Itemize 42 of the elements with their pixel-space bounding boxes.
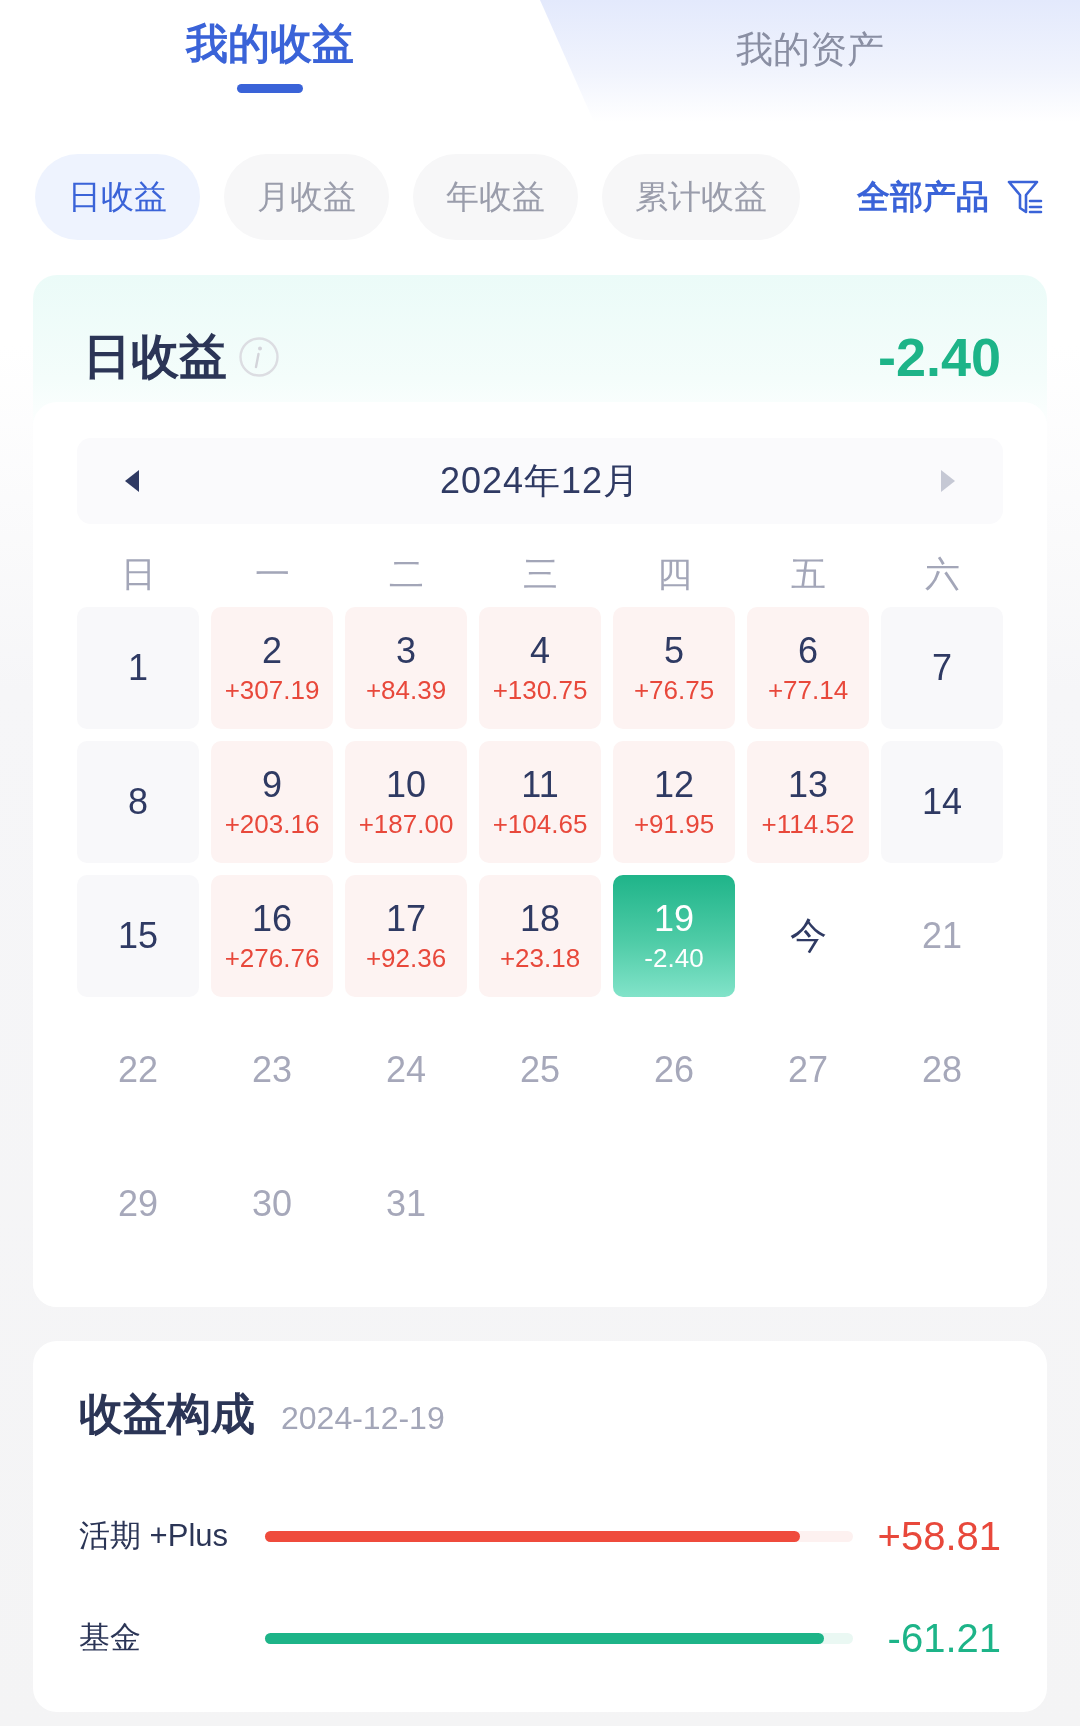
period-tab[interactable]: 日收益 xyxy=(35,154,200,240)
product-earnings: +58.81 xyxy=(877,1513,1001,1560)
filter-icon xyxy=(1007,179,1043,215)
product-name: 活期 +Plus xyxy=(79,1516,230,1555)
earnings-value: -2.40 xyxy=(877,325,1001,389)
weekday-label: 四 xyxy=(656,553,692,595)
product-name: 基金 xyxy=(79,1618,142,1657)
calendar-day[interactable]: 8 xyxy=(77,741,199,863)
calendar-day[interactable]: 9 +203.16 xyxy=(211,741,333,863)
calendar-day[interactable]: 6 +77.14 xyxy=(747,607,869,729)
product-filter-button[interactable]: 全部产品 xyxy=(857,172,1043,222)
calendar-day[interactable]: 10 +187.00 xyxy=(345,741,467,863)
tab[interactable]: 我的收益 xyxy=(0,0,540,122)
calendar-day[interactable]: 2 +307.19 xyxy=(211,607,333,729)
calendar-day[interactable]: 16 +276.76 xyxy=(211,875,333,997)
calendar-day[interactable]: 12 +91.95 xyxy=(613,741,735,863)
calendar-day[interactable]: 3 +84.39 xyxy=(345,607,467,729)
calendar-day[interactable]: 13 +114.52 xyxy=(747,741,869,863)
calendar-day[interactable]: 1 xyxy=(77,607,199,729)
calendar-day[interactable]: 今 xyxy=(747,875,869,997)
weekday-label: 三 xyxy=(522,553,558,595)
month-title: 2024年12月 xyxy=(439,459,641,503)
calendar-day[interactable]: 4 +130.75 xyxy=(479,607,601,729)
calendar-day[interactable]: 5 +76.75 xyxy=(613,607,735,729)
info-icon[interactable] xyxy=(239,337,279,377)
weekday-label: 一 xyxy=(254,553,290,595)
calendar-day[interactable]: 11 +104.65 xyxy=(479,741,601,863)
calendar-day[interactable]: 14 xyxy=(881,741,1003,863)
tab-underline xyxy=(237,84,303,93)
weekday-label: 六 xyxy=(924,553,960,595)
breakdown-date: 2024-12-19 xyxy=(281,1399,445,1438)
calendar-day[interactable]: 18 +23.18 xyxy=(479,875,601,997)
product-earnings: -61.21 xyxy=(887,1615,1001,1662)
calendar-day[interactable]: 15 xyxy=(77,875,199,997)
weekday-label: 二 xyxy=(388,553,424,595)
weekday-label: 五 xyxy=(790,553,826,595)
breakdown-title: 收益构成 xyxy=(79,1392,255,1436)
calendar-day[interactable]: 17 +92.36 xyxy=(345,875,467,997)
weekday-label: 日 xyxy=(120,553,156,595)
calendar-day[interactable]: 7 xyxy=(881,607,1003,729)
earnings-title: 日收益 xyxy=(83,329,227,385)
previous-month-icon[interactable] xyxy=(123,469,141,493)
